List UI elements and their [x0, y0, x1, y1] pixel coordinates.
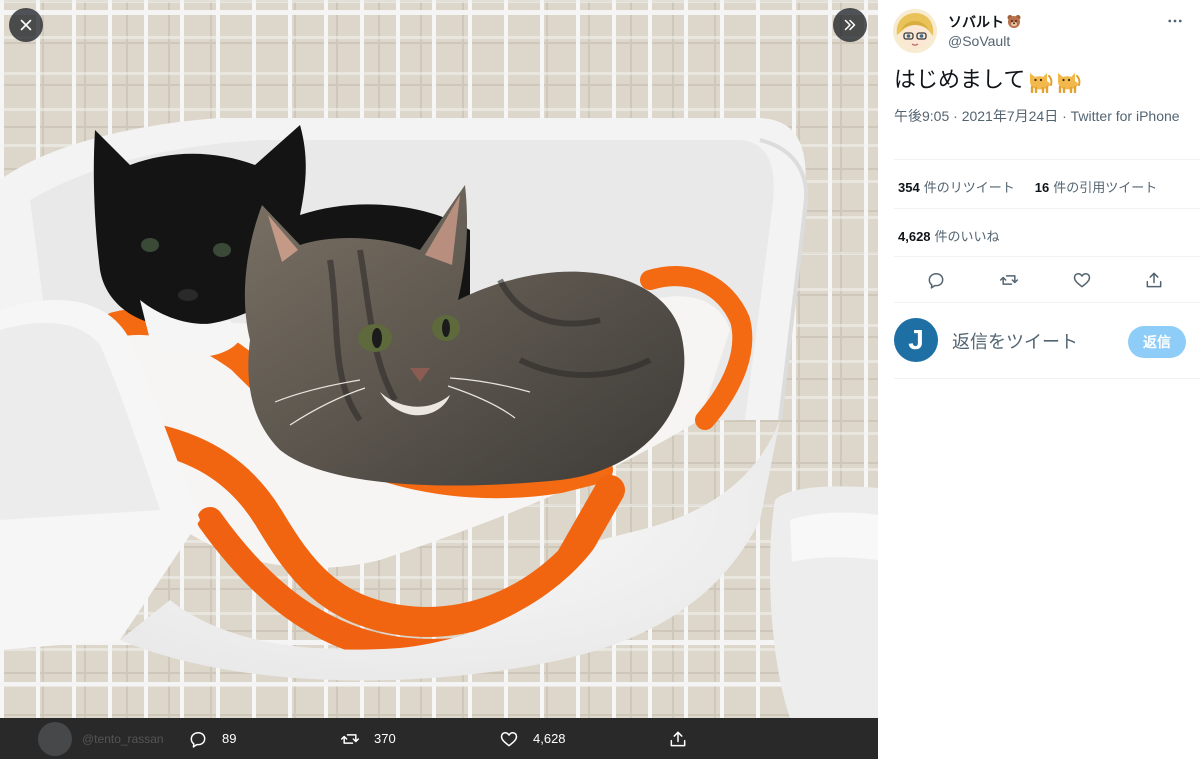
media-action-bar: @tento_rassan 89 370 4,628 [0, 718, 878, 759]
retweet-button[interactable] [997, 268, 1021, 292]
ghost-avatar [38, 722, 72, 756]
bar-reply-count: 89 [222, 731, 237, 746]
close-icon [20, 19, 32, 31]
tweet-timestamp[interactable]: 午後9:05 · 2021年7月24日 · Twitter for iPhone [894, 107, 1184, 126]
likes-stat[interactable]: 4,628 件のいいね [898, 226, 1000, 245]
like-button[interactable] [1070, 268, 1094, 292]
author-avatar[interactable] [893, 9, 937, 53]
reply-input[interactable]: 返信をツイート [952, 318, 1078, 364]
chevrons-right-icon [844, 19, 856, 31]
divider [894, 159, 1200, 160]
reply-icon [190, 731, 206, 748]
bear-emoji-icon [1007, 14, 1021, 28]
expand-panel-button[interactable] [833, 8, 867, 42]
bar-like-button[interactable]: 4,628 [499, 718, 566, 759]
current-user-avatar: J [894, 318, 938, 362]
reply-submit-button[interactable]: 返信 [1128, 326, 1186, 358]
anime-avatar-icon [893, 9, 937, 53]
stats-row-shares: 354 件のリツイート 16 件の引用ツイート [898, 177, 1157, 196]
reply-button[interactable] [924, 268, 948, 292]
heart-icon [1073, 273, 1091, 288]
author-handle[interactable]: @SoVault [948, 32, 1022, 50]
bar-reply-button[interactable]: 89 [188, 718, 236, 759]
more-options-button[interactable] [1164, 10, 1186, 32]
tweet-author: ソバルト @SoVault [893, 9, 1022, 53]
tweet-text: はじめまして [894, 66, 1081, 94]
share-icon [670, 731, 686, 746]
close-button[interactable] [9, 8, 43, 42]
divider [894, 302, 1200, 303]
bar-retweet-button[interactable]: 370 [340, 718, 396, 759]
divider [894, 378, 1200, 379]
author-display-name[interactable]: ソバルト [948, 13, 1022, 32]
ghost-handle: @tento_rassan [82, 732, 164, 746]
retweets-stat[interactable]: 354 件のリツイート [898, 177, 1015, 196]
reply-icon [928, 273, 944, 289]
cat-emoji-icon [1058, 73, 1081, 93]
divider [894, 256, 1200, 257]
bar-share-button[interactable] [668, 718, 688, 759]
cat-photo [0, 0, 878, 718]
more-horizontal-icon [1168, 19, 1182, 23]
reply-composer: J 返信をツイート 返信 [894, 318, 1186, 364]
tweet-actions [894, 262, 1184, 298]
background-tweet-ghost: @tento_rassan [38, 720, 164, 758]
tweet-detail-panel: ソバルト @SoVault はじめまして 午後9:05 · 2021年7月24日 [878, 0, 1200, 759]
bar-like-count: 4,628 [533, 731, 566, 746]
tweet-media-viewer: @tento_rassan 89 370 4,628 ソバルト @SoVault… [0, 0, 1200, 759]
share-icon [1146, 272, 1162, 288]
cat-emoji-icon [1030, 73, 1053, 93]
media-viewer: @tento_rassan 89 370 4,628 [0, 0, 878, 759]
heart-icon [500, 731, 518, 746]
tweet-body: はじめまして [894, 67, 1026, 92]
stats-row-likes: 4,628 件のいいね [898, 226, 1000, 245]
divider [894, 208, 1200, 209]
bar-retweet-count: 370 [374, 731, 396, 746]
quotes-stat[interactable]: 16 件の引用ツイート [1035, 177, 1157, 196]
retweet-icon [999, 275, 1019, 285]
retweet-icon [340, 733, 360, 744]
share-button[interactable] [1142, 268, 1166, 292]
